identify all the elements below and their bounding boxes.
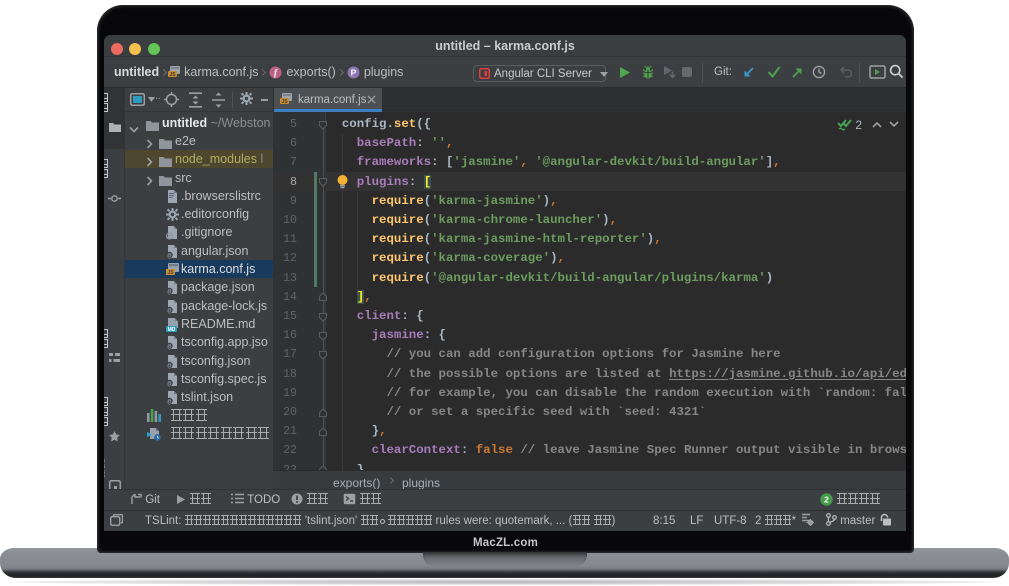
svg-text:MD: MD	[168, 327, 176, 332]
svg-text:JS: JS	[167, 270, 174, 276]
svg-text:JS: JS	[170, 72, 177, 78]
svg-text:@: @	[168, 289, 172, 296]
svg-text:@: @	[168, 380, 172, 387]
svg-text:@: @	[168, 307, 172, 314]
svg-text:@: @	[168, 398, 172, 405]
svg-text:2: 2	[824, 495, 829, 505]
svg-text:JS: JS	[281, 99, 288, 105]
svg-text:P: P	[350, 67, 356, 77]
svg-text:@: @	[168, 343, 172, 350]
svg-text:@: @	[168, 362, 172, 369]
svg-text:@: @	[168, 252, 172, 259]
